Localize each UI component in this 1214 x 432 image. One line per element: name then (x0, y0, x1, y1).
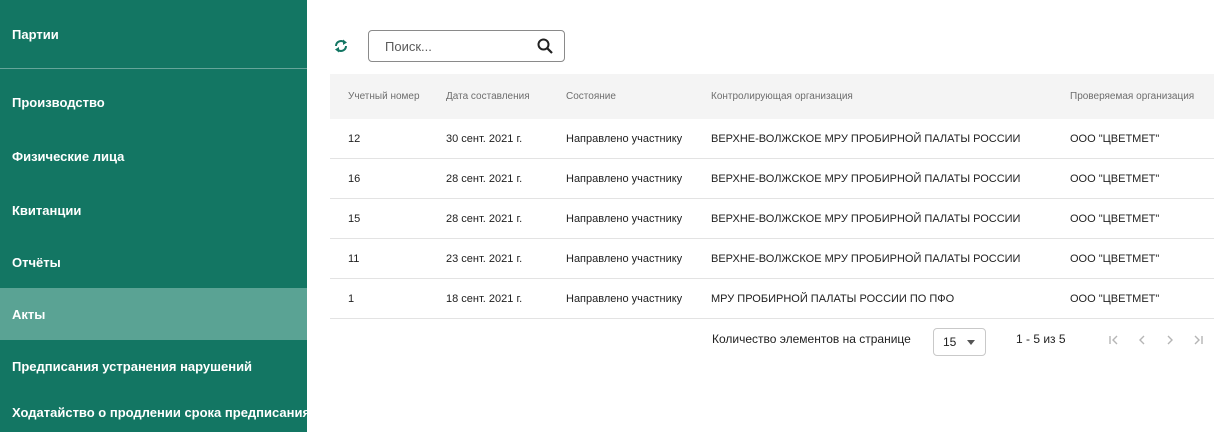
cell-number: 1 (348, 293, 355, 305)
cell-date: 28 сент. 2021 г. (446, 213, 523, 225)
cell-date: 23 сент. 2021 г. (446, 253, 523, 265)
page-size-select[interactable]: 15 (933, 328, 986, 356)
cell-inspected-org: ООО "ЦВЕТМЕТ" (1070, 213, 1160, 225)
table-row[interactable]: 11 23 сент. 2021 г. Направлено участнику… (330, 239, 1214, 279)
page-size-value: 15 (943, 335, 957, 349)
table-row[interactable]: 16 28 сент. 2021 г. Направлено участнику… (330, 159, 1214, 199)
cell-number: 16 (348, 173, 361, 185)
cell-controlling-org: ВЕРХНЕ-ВОЛЖСКОЕ МРУ ПРОБИРНОЙ ПАЛАТЫ РОС… (711, 253, 1021, 265)
cell-controlling-org: МРУ ПРОБИРНОЙ ПАЛАТЫ РОССИИ ПО ПФО (711, 293, 955, 305)
search-icon[interactable] (536, 37, 554, 55)
column-header[interactable]: Контролирующая организация (711, 74, 853, 119)
cell-date: 28 сент. 2021 г. (446, 173, 523, 185)
caret-down-icon (967, 340, 975, 345)
column-header[interactable]: Проверяемая организация (1070, 74, 1194, 119)
last-page-icon[interactable] (1188, 330, 1208, 350)
sidebar-item-production[interactable]: Производство (0, 76, 307, 128)
sidebar-item-batches[interactable]: Партии (0, 0, 307, 68)
cell-controlling-org: ВЕРХНЕ-ВОЛЖСКОЕ МРУ ПРОБИРНОЙ ПАЛАТЫ РОС… (711, 213, 1021, 225)
cell-status: Направлено участнику (566, 173, 683, 185)
sidebar-divider (0, 68, 307, 69)
column-header[interactable]: Состояние (566, 74, 616, 119)
cell-controlling-org: ВЕРХНЕ-ВОЛЖСКОЕ МРУ ПРОБИРНОЙ ПАЛАТЫ РОС… (711, 173, 1021, 185)
cell-date: 18 сент. 2021 г. (446, 293, 523, 305)
acts-table: Учетный номер Дата составления Состояние… (330, 74, 1214, 319)
column-header[interactable]: Дата составления (446, 74, 530, 119)
table-row[interactable]: 15 28 сент. 2021 г. Направлено участнику… (330, 199, 1214, 239)
cell-date: 30 сент. 2021 г. (446, 133, 523, 145)
previous-page-icon[interactable] (1132, 330, 1152, 350)
cell-inspected-org: ООО "ЦВЕТМЕТ" (1070, 253, 1160, 265)
cell-number: 12 (348, 133, 361, 145)
cell-inspected-org: ООО "ЦВЕТМЕТ" (1070, 133, 1160, 145)
first-page-icon[interactable] (1104, 330, 1124, 350)
sidebar: Партии Производство Физические лица Квит… (0, 0, 307, 432)
cell-inspected-org: ООО "ЦВЕТМЕТ" (1070, 173, 1160, 185)
sidebar-item-reports[interactable]: Отчёты (0, 236, 307, 288)
sidebar-item-individuals[interactable]: Физические лица (0, 128, 307, 184)
sidebar-item-extension-petition[interactable]: Ходатайство о продлении срока предписани… (0, 392, 307, 432)
table-row[interactable]: 1 18 сент. 2021 г. Направлено участнику … (330, 279, 1214, 319)
cell-number: 15 (348, 213, 361, 225)
table-header: Учетный номер Дата составления Состояние… (330, 74, 1214, 119)
refresh-icon[interactable] (330, 35, 352, 57)
cell-status: Направлено участнику (566, 133, 683, 145)
column-header[interactable]: Учетный номер (348, 74, 420, 119)
cell-status: Направлено участнику (566, 293, 683, 305)
sidebar-item-receipts[interactable]: Квитанции (0, 184, 307, 236)
cell-controlling-org: ВЕРХНЕ-ВОЛЖСКОЕ МРУ ПРОБИРНОЙ ПАЛАТЫ РОС… (711, 133, 1021, 145)
search-input[interactable] (369, 31, 529, 61)
cell-inspected-org: ООО "ЦВЕТМЕТ" (1070, 293, 1160, 305)
paginator: Количество элементов на странице 15 1 - … (330, 320, 1214, 360)
items-per-page-label: Количество элементов на странице (712, 332, 911, 346)
sidebar-item-acts[interactable]: Акты (0, 288, 307, 340)
toolbar (330, 30, 565, 62)
sidebar-item-violation-orders[interactable]: Предписания устранения нарушений (0, 340, 307, 392)
cell-status: Направлено участнику (566, 213, 683, 225)
cell-number: 11 (348, 253, 360, 265)
cell-status: Направлено участнику (566, 253, 683, 265)
table-row[interactable]: 12 30 сент. 2021 г. Направлено участнику… (330, 119, 1214, 159)
search-box (368, 30, 565, 62)
next-page-icon[interactable] (1160, 330, 1180, 350)
page-range-label: 1 - 5 из 5 (1016, 332, 1066, 346)
